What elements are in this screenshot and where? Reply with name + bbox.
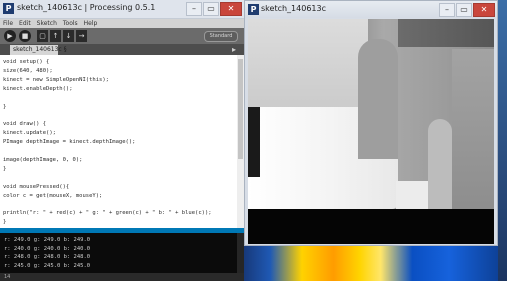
code-editor[interactable]: void setup() {size(640, 480); kinect = ne… — [0, 55, 244, 228]
tab-menu-arrow-icon[interactable]: ▸ — [232, 44, 236, 55]
console-line: r: 240.0 g: 240.0 b: 240.0 — [4, 245, 91, 252]
depth-image-canvas[interactable] — [248, 19, 494, 244]
editor-scroll-thumb[interactable] — [238, 59, 243, 159]
sketch-titlebar[interactable]: P sketch_140613c – ▭ ✕ — [245, 1, 497, 18]
code-line[interactable]: void draw() { — [3, 120, 46, 129]
code-line[interactable]: } — [3, 218, 6, 227]
depth-region-floor — [248, 209, 494, 244]
maximize-button[interactable]: ▭ — [203, 2, 219, 16]
menu-help[interactable]: Help — [84, 19, 98, 28]
line-number-status: 14 — [0, 273, 244, 281]
open-icon: ↑ — [52, 32, 59, 40]
menu-tools[interactable]: Tools — [63, 19, 78, 28]
code-line[interactable]: void mousePressed(){ — [3, 183, 69, 192]
ide-window-controls: – ▭ ✕ — [186, 2, 242, 16]
code-line[interactable]: println("r: " + red(c) + " g: " + green(… — [3, 209, 212, 218]
depth-region-corner — [398, 19, 494, 47]
sketch-maximize-button[interactable]: ▭ — [456, 3, 472, 17]
menu-sketch[interactable]: Sketch — [37, 19, 57, 28]
stop-icon: ■ — [21, 32, 29, 40]
editor-scrollbar[interactable] — [237, 55, 244, 228]
console-line: r: 248.0 g: 248.0 b: 248.0 — [4, 254, 91, 260]
depth-region-light — [248, 19, 368, 119]
mode-selector[interactable]: Standard — [204, 31, 238, 42]
processing-logo-icon: P — [3, 3, 14, 14]
close-button[interactable]: ✕ — [220, 2, 242, 16]
stop-button[interactable]: ■ — [19, 30, 31, 42]
new-button[interactable]: ▢ — [37, 30, 48, 42]
tab-sketch[interactable]: sketch_140613c § — [10, 45, 67, 55]
console-line: r: 249.0 g: 249.0 b: 249.0 — [4, 237, 91, 243]
code-line[interactable]: kinect.enableDepth(); — [3, 85, 73, 94]
depth-region-object — [358, 39, 398, 159]
code-line[interactable]: void setup() { — [3, 58, 49, 67]
code-line[interactable]: image(depthImage, 0, 0); — [3, 156, 82, 165]
sketch-minimize-button[interactable]: – — [439, 3, 455, 17]
open-button[interactable]: ↑ — [50, 30, 61, 42]
depth-region-figure-right — [428, 119, 452, 214]
ide-toolbar: ▶ ■ ▢ ↑ ↓ → Standard — [0, 28, 244, 44]
console-line: r: 245.0 g: 245.0 b: 245.0 — [4, 262, 91, 269]
sketch-close-button[interactable]: ✕ — [473, 3, 495, 17]
desktop-edge — [498, 0, 507, 281]
sketch-window-controls: – ▭ ✕ — [439, 3, 495, 17]
menu-bar: File Edit Sketch Tools Help — [0, 19, 244, 28]
ide-titlebar[interactable]: P sketch_140613c | Processing 0.5.1 – ▭ … — [0, 0, 244, 19]
desktop-wallpaper — [244, 246, 507, 281]
ide-window: P sketch_140613c | Processing 0.5.1 – ▭ … — [0, 0, 244, 281]
sketch-window: P sketch_140613c – ▭ ✕ — [244, 0, 498, 246]
depth-region-wall-right — [452, 49, 494, 214]
console-scrollbar[interactable] — [237, 233, 244, 273]
export-button[interactable]: → — [76, 30, 87, 42]
code-line[interactable]: color c = get(mouseX, mouseY); — [3, 192, 102, 201]
run-button[interactable]: ▶ — [4, 30, 16, 42]
code-line[interactable]: } — [3, 165, 6, 174]
export-icon: → — [78, 32, 85, 40]
play-icon: ▶ — [7, 32, 13, 40]
save-button[interactable]: ↓ — [63, 30, 74, 42]
sketch-window-title: sketch_140613c — [261, 4, 326, 13]
code-line[interactable]: size(640, 480); — [3, 67, 53, 76]
processing-logo-icon: P — [248, 4, 259, 15]
console-output[interactable]: r: 249.0 g: 249.0 b: 249.0 r: 240.0 g: 24… — [0, 233, 244, 273]
depth-shadow-left — [248, 107, 260, 177]
code-line[interactable]: PImage depthImage = kinect.depthImage(); — [3, 138, 135, 147]
menu-edit[interactable]: Edit — [19, 19, 31, 28]
new-file-icon: ▢ — [39, 32, 46, 40]
code-line[interactable]: kinect = new SimpleOpenNI(this); — [3, 76, 109, 85]
code-line[interactable]: } — [3, 103, 6, 112]
menu-file[interactable]: File — [3, 19, 13, 28]
sketch-tab-bar: sketch_140613c § ▸ — [0, 44, 244, 55]
code-line[interactable]: kinect.update(); — [3, 129, 56, 138]
save-icon: ↓ — [65, 32, 72, 40]
ide-window-title: sketch_140613c | Processing 0.5.1 — [17, 3, 156, 12]
minimize-button[interactable]: – — [186, 2, 202, 16]
